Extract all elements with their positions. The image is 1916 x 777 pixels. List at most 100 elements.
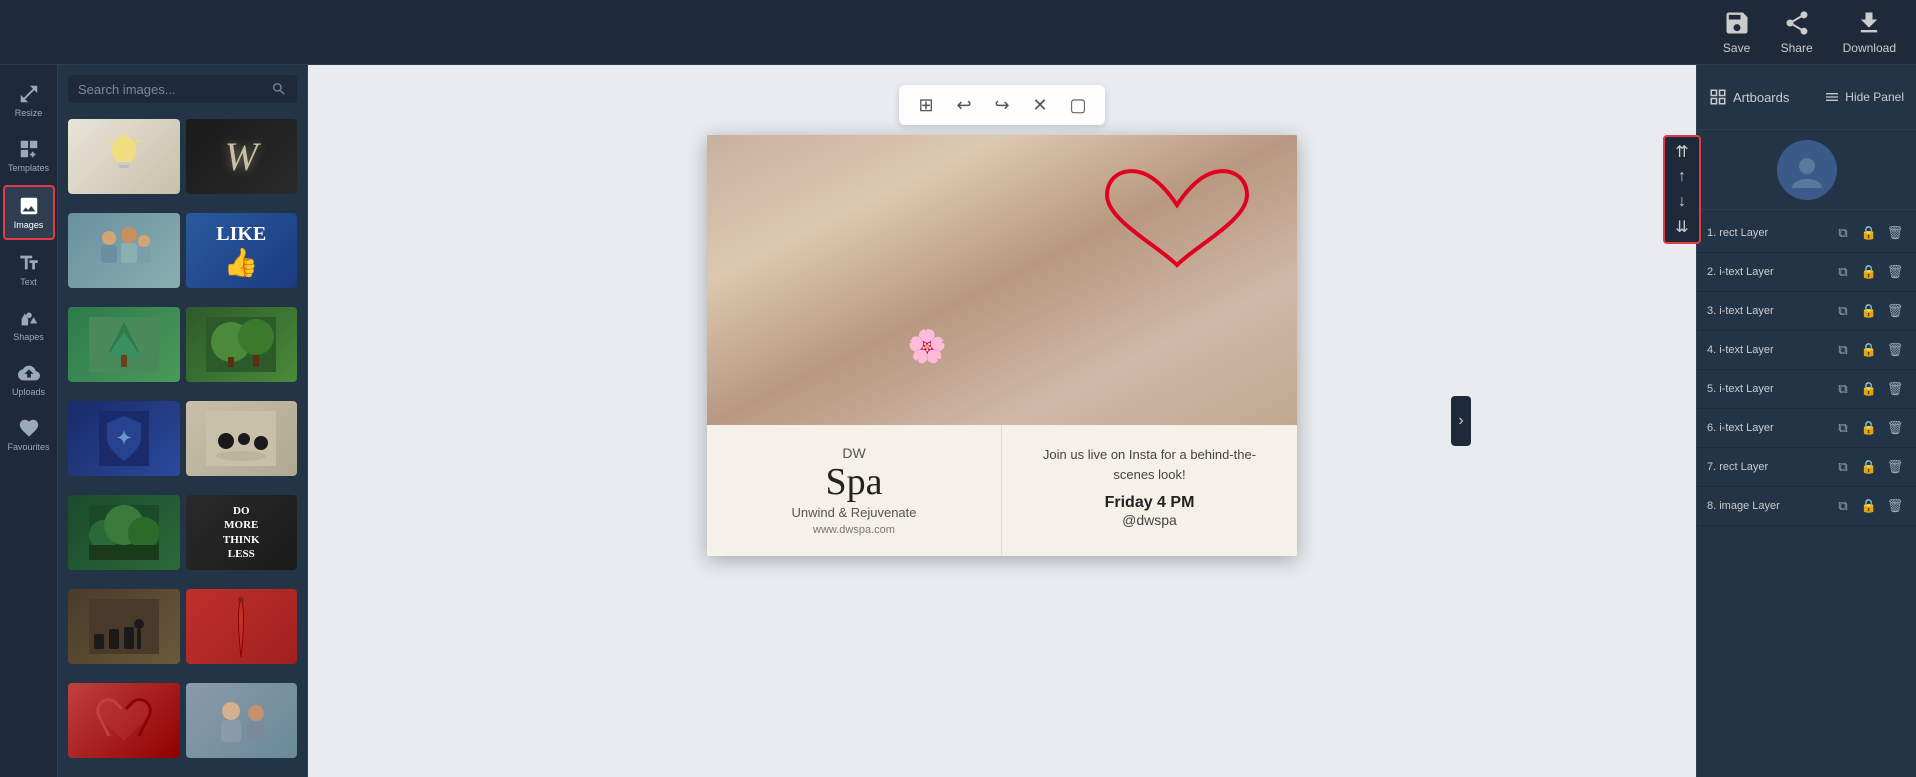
order-bottom-icon: ⇊: [1675, 217, 1688, 237]
layer-delete-button[interactable]: 🗑: [1884, 222, 1906, 244]
layer-actions: ⧉ 🔒 🗑: [1832, 417, 1906, 439]
sidebar-item-favourites[interactable]: Favourites: [3, 409, 55, 460]
layer-actions: ⧉ 🔒 🗑: [1832, 378, 1906, 400]
redo-button[interactable]: ↪: [987, 90, 1017, 120]
hide-panel-button[interactable]: Hide Panel: [1824, 89, 1904, 105]
resize-icon: [18, 83, 40, 105]
sidebar-item-templates[interactable]: Templates: [3, 130, 55, 181]
close-button[interactable]: ✕: [1025, 90, 1055, 120]
top-header: Save Share Download: [0, 0, 1916, 65]
svg-text:✦: ✦: [116, 428, 131, 448]
order-down-icon: ↓: [1678, 193, 1686, 211]
grid-button[interactable]: ⊞: [911, 90, 941, 120]
canvas-toolbar: ⊞ ↩ ↪ ✕ ▢: [899, 85, 1105, 125]
share-icon: [1783, 9, 1811, 37]
layer-copy-button[interactable]: ⧉: [1832, 378, 1854, 400]
list-item[interactable]: [68, 589, 180, 664]
website-text: www.dwspa.com: [731, 524, 977, 536]
layer-delete-button[interactable]: 🗑: [1884, 339, 1906, 361]
save-button[interactable]: Save: [1723, 9, 1751, 55]
layer-copy-button[interactable]: ⧉: [1832, 417, 1854, 439]
layer-lock-button[interactable]: 🔒: [1858, 261, 1880, 283]
avatar: [1777, 140, 1837, 200]
order-up-icon: ↑: [1678, 168, 1686, 186]
icon-sidebar: Resize Templates Images Text Shapes: [0, 65, 58, 777]
layer-lock-button[interactable]: 🔒: [1858, 417, 1880, 439]
layer-lock-button[interactable]: 🔒: [1858, 300, 1880, 322]
undo-button[interactable]: ↩: [949, 90, 979, 120]
frame-icon: ▢: [1069, 95, 1086, 116]
artboards-button[interactable]: Artboards: [1709, 88, 1789, 106]
list-item[interactable]: [186, 401, 298, 476]
list-item[interactable]: [68, 213, 180, 288]
layer-delete-button[interactable]: 🗑: [1884, 261, 1906, 283]
layer-copy-button[interactable]: ⧉: [1832, 261, 1854, 283]
sidebar-item-resize[interactable]: Resize: [3, 75, 55, 126]
list-item[interactable]: [68, 495, 180, 570]
sidebar-item-images[interactable]: Images: [3, 185, 55, 240]
layer-copy-button[interactable]: ⧉: [1832, 222, 1854, 244]
search-bar: [68, 75, 297, 103]
list-item[interactable]: DOMORETHINKLESS: [186, 495, 298, 570]
list-item[interactable]: [186, 589, 298, 664]
download-button[interactable]: Download: [1843, 9, 1896, 55]
images-icon: [18, 195, 40, 217]
order-up-button[interactable]: ↑: [1668, 165, 1696, 189]
design-top: 🌸: [707, 135, 1297, 425]
layer-delete-button[interactable]: 🗑: [1884, 495, 1906, 517]
layer-item[interactable]: 4. i-text Layer ⧉ 🔒 🗑: [1697, 331, 1916, 370]
grid-icon: ⊞: [918, 95, 933, 116]
search-input[interactable]: [78, 82, 265, 97]
order-bottom-button[interactable]: ⇊: [1668, 215, 1696, 239]
layer-copy-button[interactable]: ⧉: [1832, 456, 1854, 478]
layer-item[interactable]: 3. i-text Layer ⧉ 🔒 🗑: [1697, 292, 1916, 331]
order-down-button[interactable]: ↓: [1668, 190, 1696, 214]
layer-delete-button[interactable]: 🗑: [1884, 378, 1906, 400]
list-item[interactable]: [186, 307, 298, 382]
layer-copy-button[interactable]: ⧉: [1832, 300, 1854, 322]
sidebar-item-uploads[interactable]: Uploads: [3, 354, 55, 405]
layer-actions: ⧉ 🔒 🗑: [1832, 495, 1906, 517]
layer-item[interactable]: 8. image Layer ⧉ 🔒 🗑: [1697, 487, 1916, 526]
list-item[interactable]: [68, 307, 180, 382]
layer-delete-button[interactable]: 🗑: [1884, 417, 1906, 439]
list-item[interactable]: ✦: [68, 401, 180, 476]
layer-item[interactable]: 2. i-text Layer ⧉ 🔒 🗑: [1697, 253, 1916, 292]
share-button[interactable]: Share: [1781, 9, 1813, 55]
layer-lock-button[interactable]: 🔒: [1858, 378, 1880, 400]
layer-item[interactable]: 1. rect Layer ⧉ 🔒 🗑: [1697, 214, 1916, 253]
layer-copy-button[interactable]: ⧉: [1832, 339, 1854, 361]
layer-lock-button[interactable]: 🔒: [1858, 222, 1880, 244]
layer-item[interactable]: 7. rect Layer ⧉ 🔒 🗑: [1697, 448, 1916, 487]
layer-actions: ⧉ 🔒 🗑: [1832, 300, 1906, 322]
layer-delete-button[interactable]: 🗑: [1884, 300, 1906, 322]
right-sidebar: Artboards Hide Panel ⇈ ↑ ↓: [1696, 65, 1916, 777]
list-item[interactable]: W: [186, 119, 298, 194]
design-bottom: DW Spa Unwind & Rejuvenate www.dwspa.com…: [707, 425, 1297, 556]
layer-lock-button[interactable]: 🔒: [1858, 456, 1880, 478]
list-item[interactable]: [68, 683, 180, 758]
canvas-nav-right-button[interactable]: ›: [1451, 396, 1471, 446]
design-right: Join us live on Insta for a behind-the-s…: [1002, 425, 1297, 556]
heart-svg: [1097, 155, 1257, 285]
hide-panel-icon: [1824, 89, 1840, 105]
layer-item[interactable]: 6. i-text Layer ⧉ 🔒 🗑: [1697, 409, 1916, 448]
layer-lock-button[interactable]: 🔒: [1858, 339, 1880, 361]
order-top-button[interactable]: ⇈: [1668, 140, 1696, 164]
spa-name-text: Spa: [731, 463, 977, 501]
list-item[interactable]: LIKE 👍: [186, 213, 298, 288]
sidebar-item-text[interactable]: Text: [3, 244, 55, 295]
design-left: DW Spa Unwind & Rejuvenate www.dwspa.com: [707, 425, 1002, 556]
layer-item[interactable]: 5. i-text Layer ⧉ 🔒 🗑: [1697, 370, 1916, 409]
avatar-area: [1697, 130, 1916, 210]
layer-copy-button[interactable]: ⧉: [1832, 495, 1854, 517]
frame-button[interactable]: ▢: [1063, 90, 1093, 120]
layer-delete-button[interactable]: 🗑: [1884, 456, 1906, 478]
brand-text: DW: [731, 445, 977, 461]
list-item[interactable]: [186, 683, 298, 758]
list-item[interactable]: [68, 119, 180, 194]
layers-list: 1. rect Layer ⧉ 🔒 🗑 2. i-text Layer ⧉ 🔒 …: [1697, 210, 1916, 777]
sidebar-item-shapes[interactable]: Shapes: [3, 299, 55, 350]
canvas-frame[interactable]: 🌸 DW Spa Unwind & Rejuvenate www.dwspa.c…: [707, 135, 1297, 556]
layer-lock-button[interactable]: 🔒: [1858, 495, 1880, 517]
